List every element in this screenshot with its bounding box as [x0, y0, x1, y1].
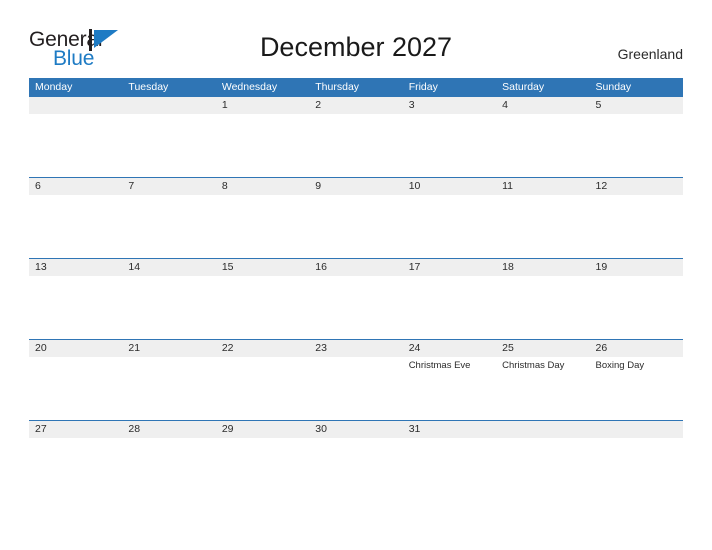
day-number: 11	[502, 180, 514, 192]
day-header-sunday: Sunday	[595, 81, 632, 93]
day-cell[interactable]: 31	[403, 421, 496, 501]
day-cell[interactable]: 29	[216, 421, 309, 501]
day-cell[interactable]: 6	[29, 178, 122, 258]
day-number: 29	[221, 423, 234, 435]
day-event: Christmas Day	[502, 360, 565, 371]
day-number: 8	[221, 180, 228, 192]
day-number: 15	[221, 261, 234, 273]
day-number: 23	[315, 342, 327, 354]
day-cell[interactable]: 9	[309, 178, 402, 258]
day-cell[interactable]: 30	[309, 421, 402, 501]
day-number: 6	[35, 180, 41, 192]
day-cell[interactable]: 22	[216, 340, 309, 420]
day-cell[interactable]: 5	[590, 97, 683, 177]
day-number: 2	[315, 99, 322, 111]
day-cell[interactable]: 21	[122, 340, 215, 420]
day-cell[interactable]: 14	[122, 259, 215, 339]
day-number: 27	[35, 423, 47, 435]
day-number: 1	[221, 99, 228, 111]
day-number: 13	[35, 261, 47, 273]
day-header-friday: Friday	[408, 81, 438, 93]
day-cell[interactable]: 3	[403, 97, 496, 177]
day-number	[502, 421, 585, 438]
calendar-grid: Monday Tuesday Wednesday Thursday Friday…	[29, 78, 683, 501]
day-cell[interactable]	[122, 97, 215, 177]
day-number: 22	[221, 342, 234, 354]
page-title: December 2027	[259, 32, 453, 62]
day-number: 16	[315, 261, 327, 273]
day-number: 20	[35, 342, 47, 354]
day-header-wednesday: Wednesday	[221, 81, 278, 93]
day-number: 4	[502, 99, 508, 111]
day-cell[interactable]	[29, 97, 122, 177]
day-number: 3	[408, 99, 415, 111]
day-number: 19	[595, 261, 608, 273]
day-number: 10	[408, 180, 421, 192]
day-cell[interactable]: 11	[496, 178, 589, 258]
day-number: 17	[408, 261, 421, 273]
calendar-week-row: 1 2 3 4 5	[29, 96, 683, 177]
day-cell[interactable]	[590, 421, 683, 501]
day-cell[interactable]: 16	[309, 259, 402, 339]
day-number: 9	[315, 180, 322, 192]
calendar-week-row: 6 7 8 9 10 11 12	[29, 177, 683, 258]
page-header: General Blue December 2027 Greenland	[0, 0, 712, 70]
day-cell[interactable]: 12	[590, 178, 683, 258]
day-cell[interactable]: 20	[29, 340, 122, 420]
day-cell[interactable]: 15	[216, 259, 309, 339]
calendar-week-row: 27 28 29 30 31	[29, 420, 683, 501]
day-cell[interactable]: 17	[403, 259, 496, 339]
day-number: 26	[595, 342, 608, 354]
day-cell[interactable]: 18	[496, 259, 589, 339]
day-header-monday: Monday	[35, 81, 73, 93]
day-number: 12	[595, 180, 608, 192]
day-cell[interactable]: 26 Boxing Day	[590, 340, 683, 420]
day-cell[interactable]: 27	[29, 421, 122, 501]
day-number: 21	[128, 342, 141, 354]
day-event: Christmas Eve	[408, 360, 471, 371]
day-header-thursday: Thursday	[315, 81, 360, 93]
day-of-week-header-row: Monday Tuesday Wednesday Thursday Friday…	[29, 78, 683, 96]
locale-label: Greenland	[617, 46, 683, 62]
day-cell[interactable]: 28	[122, 421, 215, 501]
day-cell[interactable]: 1	[216, 97, 309, 177]
day-header-tuesday: Tuesday	[128, 81, 169, 93]
day-number	[35, 97, 118, 114]
calendar-week-row: 13 14 15 16 17 18 19	[29, 258, 683, 339]
day-number: 5	[595, 99, 602, 111]
day-cell[interactable]: 13	[29, 259, 122, 339]
day-cell[interactable]: 19	[590, 259, 683, 339]
day-cell[interactable]: 8	[216, 178, 309, 258]
day-cell[interactable]: 23	[309, 340, 402, 420]
calendar-week-row: 20 21 22 23 24 Christmas Eve 25 Christma…	[29, 339, 683, 420]
day-number: 31	[408, 423, 421, 435]
day-cell[interactable]: 4	[496, 97, 589, 177]
day-number: 24	[408, 342, 421, 354]
day-cell[interactable]: 10	[403, 178, 496, 258]
day-cell[interactable]	[496, 421, 589, 501]
day-event: Boxing Day	[595, 360, 645, 371]
day-number	[128, 97, 211, 114]
day-header-saturday: Saturday	[502, 81, 545, 93]
day-number: 25	[502, 342, 514, 354]
day-number: 14	[128, 261, 141, 273]
day-cell[interactable]: 7	[122, 178, 215, 258]
day-cell[interactable]: 24 Christmas Eve	[403, 340, 496, 420]
day-cell[interactable]: 25 Christmas Day	[496, 340, 589, 420]
day-number: 18	[502, 261, 514, 273]
day-number: 28	[128, 423, 141, 435]
day-cell[interactable]: 2	[309, 97, 402, 177]
day-number: 30	[315, 423, 327, 435]
day-number: 7	[128, 180, 135, 192]
day-number	[596, 421, 679, 438]
